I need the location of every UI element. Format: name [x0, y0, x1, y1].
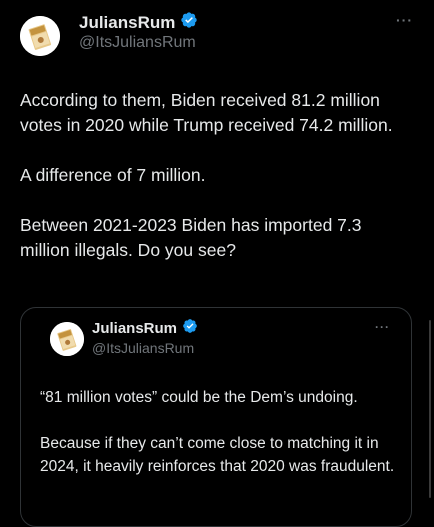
quoted-author-handle[interactable]: @ItsJuliansRum: [92, 340, 194, 356]
quoted-author-name[interactable]: JuliansRum: [92, 320, 177, 337]
scrollbar[interactable]: [429, 320, 431, 498]
post: JuliansRum @ItsJuliansRum ··· According …: [0, 0, 434, 527]
quoted-post-text: “81 million votes” could be the Dem’s un…: [40, 386, 400, 478]
quoted-post-paragraph: “81 million votes” could be the Dem’s un…: [40, 389, 358, 406]
quoted-author-avatar[interactable]: [50, 322, 84, 356]
author-avatar[interactable]: [20, 16, 60, 56]
verified-badge-icon: [180, 11, 198, 34]
post-paragraph: Between 2021-2023 Biden has imported 7.3…: [20, 215, 362, 260]
quoted-author-name-row: JuliansRum: [92, 318, 198, 339]
author-name-row: JuliansRum: [79, 11, 198, 34]
quoted-post-paragraph: Because if they can’t come close to matc…: [40, 435, 395, 475]
post-paragraph: A difference of 7 million.: [20, 165, 206, 185]
quoted-more-options-icon[interactable]: ···: [375, 320, 390, 334]
author-name[interactable]: JuliansRum: [79, 13, 175, 33]
post-paragraph: According to them, Biden received 81.2 m…: [20, 90, 393, 135]
more-options-icon[interactable]: ···: [396, 12, 413, 28]
avatar-image: [50, 322, 84, 356]
verified-badge-icon: [182, 318, 198, 339]
author-handle[interactable]: @ItsJuliansRum: [79, 34, 196, 52]
avatar-image: [20, 16, 60, 56]
post-text: According to them, Biden received 81.2 m…: [20, 88, 420, 263]
